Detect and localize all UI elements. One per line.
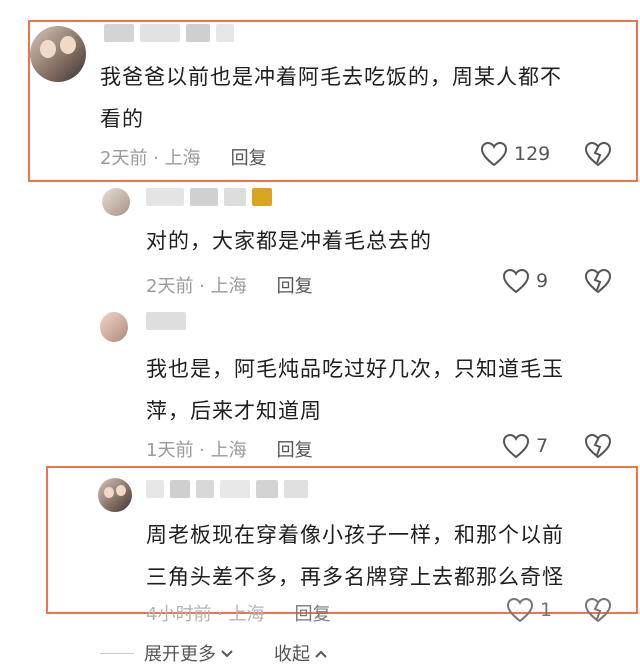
like-count: 7	[536, 435, 549, 457]
like-count: 129	[514, 143, 551, 165]
timestamp-location: 1天前 · 上海	[146, 440, 247, 461]
expand-more-button[interactable]: 展开更多	[144, 640, 234, 666]
reply-button[interactable]: 回复	[231, 144, 267, 170]
like-button[interactable]: 1	[506, 597, 552, 623]
timestamp-location: 2天前 · 上海	[146, 276, 247, 297]
badge-icon	[252, 188, 272, 206]
reply-button[interactable]: 回复	[277, 436, 313, 462]
replies-footer: 展开更多 收起	[100, 640, 368, 666]
timestamp-location: 2天前 · 上海	[100, 148, 201, 169]
username-blurred[interactable]	[146, 480, 308, 498]
heart-outline-icon	[480, 141, 508, 167]
expand-more-label: 展开更多	[144, 644, 216, 665]
like-button[interactable]: 9	[502, 268, 548, 294]
divider	[100, 652, 134, 654]
like-count: 1	[540, 599, 553, 621]
timestamp-location: 4小时前 · 上海	[146, 604, 265, 625]
heart-outline-icon	[506, 597, 534, 623]
heart-outline-icon	[502, 433, 530, 459]
comment-3: 我也是，阿毛炖品吃过好几次，只知道毛玉 萍，后来才知道周 1天前 · 上海 回复…	[0, 300, 640, 465]
comment-meta: 2天前 · 上海 回复	[146, 272, 313, 298]
username-blurred[interactable]	[146, 312, 186, 330]
comment-text: 我爸爸以前也是冲着阿毛去吃饭的，周某人都不 看的	[100, 65, 562, 131]
broken-heart-icon	[584, 597, 612, 623]
broken-heart-icon	[584, 141, 612, 167]
like-button[interactable]: 7	[502, 433, 548, 459]
avatar[interactable]	[100, 312, 128, 342]
heart-outline-icon	[502, 268, 530, 294]
reply-button[interactable]: 回复	[295, 600, 331, 626]
like-count: 9	[536, 270, 549, 292]
comment-meta: 2天前 · 上海 回复	[100, 144, 267, 170]
avatar[interactable]	[98, 478, 132, 512]
comment-text: 对的，大家都是冲着毛总去的	[146, 229, 432, 253]
dislike-button[interactable]	[584, 268, 612, 294]
comment-meta: 4小时前 · 上海 回复	[146, 600, 331, 626]
dislike-button[interactable]	[584, 597, 612, 623]
dislike-button[interactable]	[584, 433, 612, 459]
comment-text: 周老板现在穿着像小孩子一样，和那个以前 三角头差不多，再多名牌穿上去都那么奇怪	[146, 523, 564, 589]
collapse-button[interactable]: 收起	[274, 640, 328, 666]
comment-text: 我也是，阿毛炖品吃过好几次，只知道毛玉 萍，后来才知道周	[146, 357, 564, 423]
comment-1: 我爸爸以前也是冲着阿毛去吃饭的，周某人都不 看的 2天前 · 上海 回复 129	[0, 0, 640, 180]
username-blurred[interactable]	[104, 24, 234, 42]
chevron-up-icon	[314, 643, 328, 664]
avatar[interactable]	[30, 26, 86, 82]
chevron-down-icon	[220, 643, 234, 664]
reply-button[interactable]: 回复	[277, 272, 313, 298]
collapse-label: 收起	[274, 644, 310, 665]
like-button[interactable]: 129	[480, 141, 550, 167]
avatar[interactable]	[102, 188, 130, 216]
broken-heart-icon	[584, 268, 612, 294]
dislike-button[interactable]	[584, 141, 612, 167]
username-blurred[interactable]	[146, 188, 272, 206]
comment-4: 周老板现在穿着像小孩子一样，和那个以前 三角头差不多，再多名牌穿上去都那么奇怪 …	[0, 466, 640, 626]
comment-meta: 1天前 · 上海 回复	[146, 436, 313, 462]
comment-2: 对的，大家都是冲着毛总去的 2天前 · 上海 回复 9	[0, 180, 640, 300]
broken-heart-icon	[584, 433, 612, 459]
